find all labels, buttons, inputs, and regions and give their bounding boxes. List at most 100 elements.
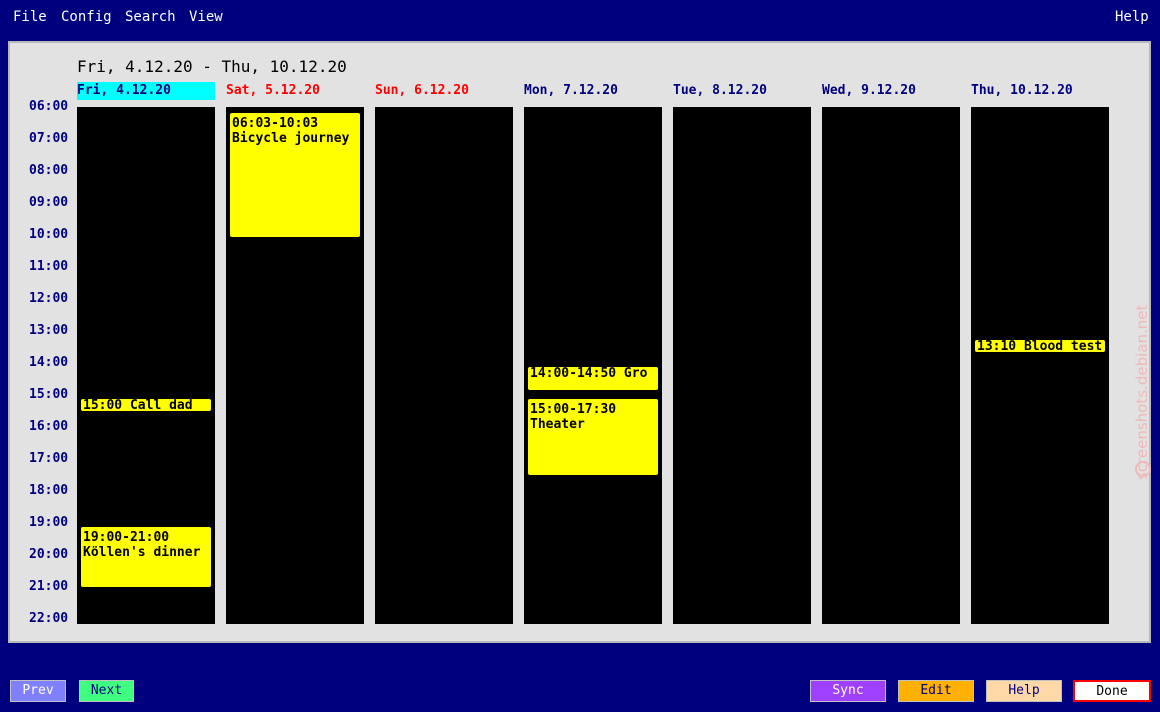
day-header[interactable]: Fri, 4.12.20	[77, 82, 215, 100]
day-header[interactable]: Wed, 9.12.20	[822, 82, 916, 100]
event-text: 19:00-21:00	[83, 530, 170, 545]
hour-gridline	[79, 299, 213, 300]
day-header[interactable]: Sat, 5.12.20	[226, 82, 320, 100]
calendar-event[interactable]: 15:00 Call dad	[80, 398, 212, 412]
day-column[interactable]	[822, 107, 960, 624]
hour-gridline	[675, 331, 809, 332]
hour-gridline	[79, 331, 213, 332]
hour-gridline	[79, 395, 213, 396]
hour-gridline	[675, 395, 809, 396]
edit-button[interactable]: Edit	[898, 680, 974, 702]
hour-gridline	[973, 267, 1107, 268]
hour-gridline	[526, 491, 660, 492]
hour-gridline	[824, 587, 958, 588]
watermark: screenshots.debian.net	[1133, 232, 1157, 482]
menu-config[interactable]: Config	[61, 9, 112, 25]
hour-gridline	[973, 203, 1107, 204]
hour-gridline	[377, 203, 511, 204]
prev-button[interactable]: Prev	[10, 680, 66, 702]
help-button[interactable]: Help	[986, 680, 1062, 702]
day-column[interactable]	[971, 107, 1109, 624]
hour-gridline	[79, 267, 213, 268]
calendar-event[interactable]: 13:10 Blood test	[974, 339, 1106, 354]
hour-gridline	[377, 395, 511, 396]
hour-gridline	[377, 139, 511, 140]
day-header[interactable]: Mon, 7.12.20	[524, 82, 618, 100]
hour-gridline	[377, 299, 511, 300]
time-label: 20:00	[29, 547, 69, 562]
calendar-event[interactable]: 19:00-21:00 Köllen's dinner	[80, 526, 212, 588]
hour-gridline	[377, 427, 511, 428]
hour-gridline	[526, 267, 660, 268]
hour-gridline	[526, 395, 660, 396]
menu-file[interactable]: File	[13, 9, 47, 25]
menu-help[interactable]: Help	[1115, 9, 1149, 25]
hour-gridline	[79, 363, 213, 364]
calendar-event[interactable]: 06:03-10:03 Bicycle journey	[229, 111, 361, 238]
day-column[interactable]	[673, 107, 811, 624]
hour-gridline	[973, 427, 1107, 428]
hour-gridline	[526, 299, 660, 300]
hour-gridline	[824, 331, 958, 332]
hour-gridline	[675, 299, 809, 300]
time-label: 09:00	[29, 195, 69, 210]
hour-gridline	[824, 427, 958, 428]
event-text: 06:03-10:03	[232, 115, 319, 131]
hour-gridline	[824, 459, 958, 460]
time-label: 17:00	[29, 451, 69, 466]
event-text: Köllen's dinner	[83, 545, 201, 560]
hour-gridline	[824, 523, 958, 524]
hour-gridline	[973, 491, 1107, 492]
hour-gridline	[79, 171, 213, 172]
time-label: 21:00	[29, 579, 69, 594]
event-text: Bicycle journey	[232, 130, 350, 146]
day-header[interactable]: Sun, 6.12.20	[375, 82, 469, 100]
hour-gridline	[824, 267, 958, 268]
hour-gridline	[973, 395, 1107, 396]
day-column[interactable]	[375, 107, 513, 624]
hour-gridline	[973, 299, 1107, 300]
hour-gridline	[675, 427, 809, 428]
day-header[interactable]: Thu, 10.12.20	[971, 82, 1073, 100]
hour-gridline	[228, 427, 362, 428]
hour-gridline	[973, 587, 1107, 588]
hour-gridline	[675, 267, 809, 268]
hour-gridline	[675, 523, 809, 524]
sync-button[interactable]: Sync	[810, 680, 886, 702]
menu-search[interactable]: Search	[125, 9, 176, 25]
day-header[interactable]: Tue, 8.12.20	[673, 82, 767, 100]
hour-gridline	[228, 459, 362, 460]
time-label: 16:00	[29, 419, 69, 434]
hour-gridline	[228, 523, 362, 524]
hour-gridline	[824, 235, 958, 236]
calendar-event[interactable]: 14:00-14:50 Gro	[527, 366, 659, 391]
hour-gridline	[228, 491, 362, 492]
hour-gridline	[675, 459, 809, 460]
time-label: 12:00	[29, 291, 69, 306]
next-button[interactable]: Next	[79, 680, 134, 702]
hour-gridline	[675, 555, 809, 556]
hour-gridline	[377, 171, 511, 172]
done-button[interactable]: Done	[1073, 680, 1151, 702]
hour-gridline	[79, 491, 213, 492]
menu-bar: File Config Search View Help	[0, 0, 1160, 36]
hour-gridline	[824, 299, 958, 300]
hour-gridline	[377, 555, 511, 556]
hour-gridline	[973, 555, 1107, 556]
calendar-event[interactable]: 15:00-17:30 Theater	[527, 398, 659, 476]
hour-gridline	[824, 363, 958, 364]
hour-gridline	[526, 587, 660, 588]
hour-gridline	[79, 203, 213, 204]
event-text: 14:00-14:50 Gro	[530, 366, 648, 381]
hour-gridline	[377, 523, 511, 524]
hour-gridline	[377, 363, 511, 364]
event-text: Theater	[530, 417, 585, 432]
menu-view[interactable]: View	[189, 9, 223, 25]
hour-gridline	[79, 523, 213, 524]
hour-gridline	[824, 139, 958, 140]
week-range-title: Fri, 4.12.20 - Thu, 10.12.20	[77, 57, 347, 76]
hour-gridline	[79, 139, 213, 140]
hour-gridline	[973, 331, 1107, 332]
hour-gridline	[377, 491, 511, 492]
hour-gridline	[824, 555, 958, 556]
